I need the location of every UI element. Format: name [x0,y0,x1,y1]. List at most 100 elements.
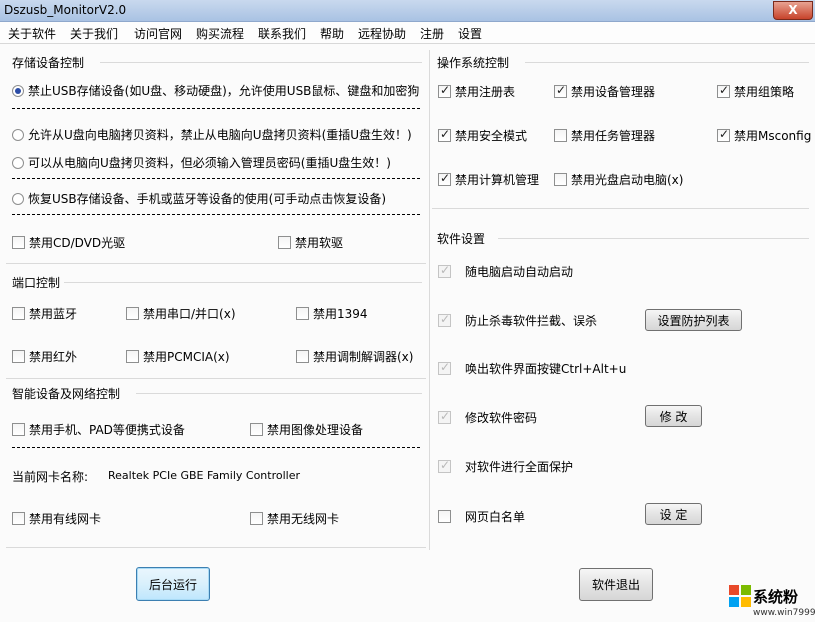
checkbox-disable-registry[interactable]: 禁用注册表 [438,83,515,100]
run-in-background-button[interactable]: 后台运行 [136,567,210,601]
checkbox-disable-bluetooth[interactable]: 禁用蓝牙 [12,305,77,322]
checkbox-box [250,512,263,525]
menu-official-site[interactable]: 访问官网 [134,25,182,42]
checkbox-label: 禁用有线网卡 [29,512,102,526]
checkbox-box [296,350,309,363]
port-title-line [64,282,422,283]
checkbox-disable-infrared[interactable]: 禁用红外 [12,348,77,365]
column-divider [429,50,430,550]
nic-value: Realtek PCIe GBE Family Controller [108,469,301,482]
checkbox-label: 防止杀毒软件拦截、误杀 [465,314,598,328]
exit-software-button[interactable]: 软件退出 [579,568,653,601]
menu-help[interactable]: 帮助 [320,25,344,42]
menu-register[interactable]: 注册 [420,25,444,42]
storage-radio-readonly[interactable]: 允许从U盘向电脑拷贝资料，禁止从电脑向U盘拷贝资料(重插U盘生效！) [12,126,412,143]
storage-radio-restore[interactable]: 恢复USB存储设备、手机或蓝牙等设备的使用(可手动点击恢复设备) [12,190,386,207]
checkbox-auto-start[interactable]: 随电脑启动自动启动 [438,263,573,280]
dashed-divider [12,447,420,448]
checkbox-web-whitelist[interactable]: 网页白名单 [438,508,525,525]
checkbox-box [278,236,291,249]
radio-indicator [12,128,24,141]
storage-title-line [100,62,422,63]
menu-contact[interactable]: 联系我们 [258,25,306,42]
checkbox-disable-1394[interactable]: 禁用1394 [296,305,368,322]
menu-purchase[interactable]: 购买流程 [196,25,244,42]
checkbox-hotkey[interactable]: 唤出软件界面按键Ctrl+Alt+u [438,360,626,377]
whitelist-set-button[interactable]: 设 定 [645,503,702,525]
checkbox-label: 随电脑启动自动启动 [465,265,574,279]
checkbox-disable-task-manager[interactable]: 禁用任务管理器 [554,127,655,144]
checkbox-box [438,312,451,327]
checkbox-label: 禁用软驱 [295,236,344,250]
checkbox-label: 禁用PCMCIA(x) [143,350,230,364]
storage-radio-password[interactable]: 可以从电脑向U盘拷贝资料，但必须输入管理员密码(重插U盘生效！) [12,154,391,171]
checkbox-disable-cd[interactable]: 禁用CD/DVD光驱 [12,234,125,251]
checkbox-disable-wireless-nic[interactable]: 禁用无线网卡 [250,510,339,527]
menu-remote[interactable]: 远程协助 [358,25,406,42]
checkbox-full-protection[interactable]: 对软件进行全面保护 [438,458,573,475]
checkbox-label: 修改软件密码 [465,411,538,425]
menu-about-us[interactable]: 关于我们 [70,25,118,42]
checkbox-label: 禁用串口/并口(x) [143,307,236,321]
group-divider [6,547,426,548]
checkbox-box [438,127,451,142]
radio-indicator [12,84,24,97]
smart-group-title: 智能设备及网络控制 [12,387,121,401]
checkbox-label: 禁用注册表 [455,85,516,99]
radio-label: 恢复USB存储设备、手机或蓝牙等设备的使用(可手动点击恢复设备) [28,192,386,206]
storage-radio-block-usb[interactable]: 禁止USB存储设备(如U盘、移动硬盘)，允许使用USB鼠标、键盘和加密狗 [12,82,419,99]
checkbox-box [438,360,451,375]
group-divider [6,263,426,264]
modify-password-button[interactable]: 修 改 [645,405,702,427]
radio-label: 可以从电脑向U盘拷贝资料，但必须输入管理员密码(重插U盘生效！) [28,156,391,170]
checkbox-disable-computer-management[interactable]: 禁用计算机管理 [438,171,539,188]
checkbox-label: 禁用手机、PAD等便携式设备 [29,423,185,437]
protect-list-button[interactable]: 设置防护列表 [645,309,742,331]
checkbox-label: 禁用调制解调器(x) [313,350,414,364]
checkbox-label: 禁用安全模式 [455,129,528,143]
port-group-title: 端口控制 [12,276,61,290]
checkbox-label: 禁用任务管理器 [571,129,656,143]
checkbox-box [438,263,451,278]
checkbox-box [12,307,25,320]
checkbox-disable-cd-boot[interactable]: 禁用光盘启动电脑(x) [554,171,683,188]
menu-settings[interactable]: 设置 [458,25,482,42]
checkbox-label: 对软件进行全面保护 [465,460,574,474]
checkbox-disable-msconfig[interactable]: 禁用Msconfig [717,127,811,144]
nic-label: 当前网卡名称: [12,470,89,484]
menu-about-software[interactable]: 关于软件 [8,25,56,42]
checkbox-box [12,236,25,249]
radio-indicator [12,192,24,205]
dashed-divider [12,108,420,109]
menu-bar: 关于软件 关于我们 访问官网 购买流程 联系我们 帮助 远程协助 注册 设置 [0,22,815,44]
checkbox-label: 禁用红外 [29,350,78,364]
checkbox-disable-pcmcia[interactable]: 禁用PCMCIA(x) [126,348,230,365]
checkbox-box [12,350,25,363]
checkbox-box [717,127,730,142]
checkbox-disable-portable[interactable]: 禁用手机、PAD等便携式设备 [12,421,185,438]
checkbox-disable-device-manager[interactable]: 禁用设备管理器 [554,83,655,100]
title-bar: Dszusb_MonitorV2.0 X [0,0,815,22]
checkbox-label: 禁用CD/DVD光驱 [29,236,126,250]
checkbox-box [554,83,567,98]
checkbox-box [438,510,451,523]
checkbox-label: 禁用设备管理器 [571,85,656,99]
radio-label: 允许从U盘向电脑拷贝资料，禁止从电脑向U盘拷贝资料(重插U盘生效！) [28,128,412,142]
checkbox-box [438,83,451,98]
os-title-line [525,62,809,63]
checkbox-anti-antivirus[interactable]: 防止杀毒软件拦截、误杀 [438,312,597,329]
close-button[interactable]: X [773,1,813,20]
checkbox-disable-safe-mode[interactable]: 禁用安全模式 [438,127,527,144]
checkbox-disable-imaging[interactable]: 禁用图像处理设备 [250,421,363,438]
checkbox-label: 禁用无线网卡 [267,512,340,526]
window-title: Dszusb_MonitorV2.0 [4,3,127,17]
checkbox-change-password[interactable]: 修改软件密码 [438,409,537,426]
checkbox-disable-serial[interactable]: 禁用串口/并口(x) [126,305,236,322]
radio-indicator [12,156,24,169]
checkbox-disable-floppy[interactable]: 禁用软驱 [278,234,343,251]
checkbox-disable-wired-nic[interactable]: 禁用有线网卡 [12,510,101,527]
checkbox-disable-group-policy[interactable]: 禁用组策略 [717,83,794,100]
checkbox-label: 禁用计算机管理 [455,173,540,187]
checkbox-disable-modem[interactable]: 禁用调制解调器(x) [296,348,413,365]
checkbox-box [12,512,25,525]
